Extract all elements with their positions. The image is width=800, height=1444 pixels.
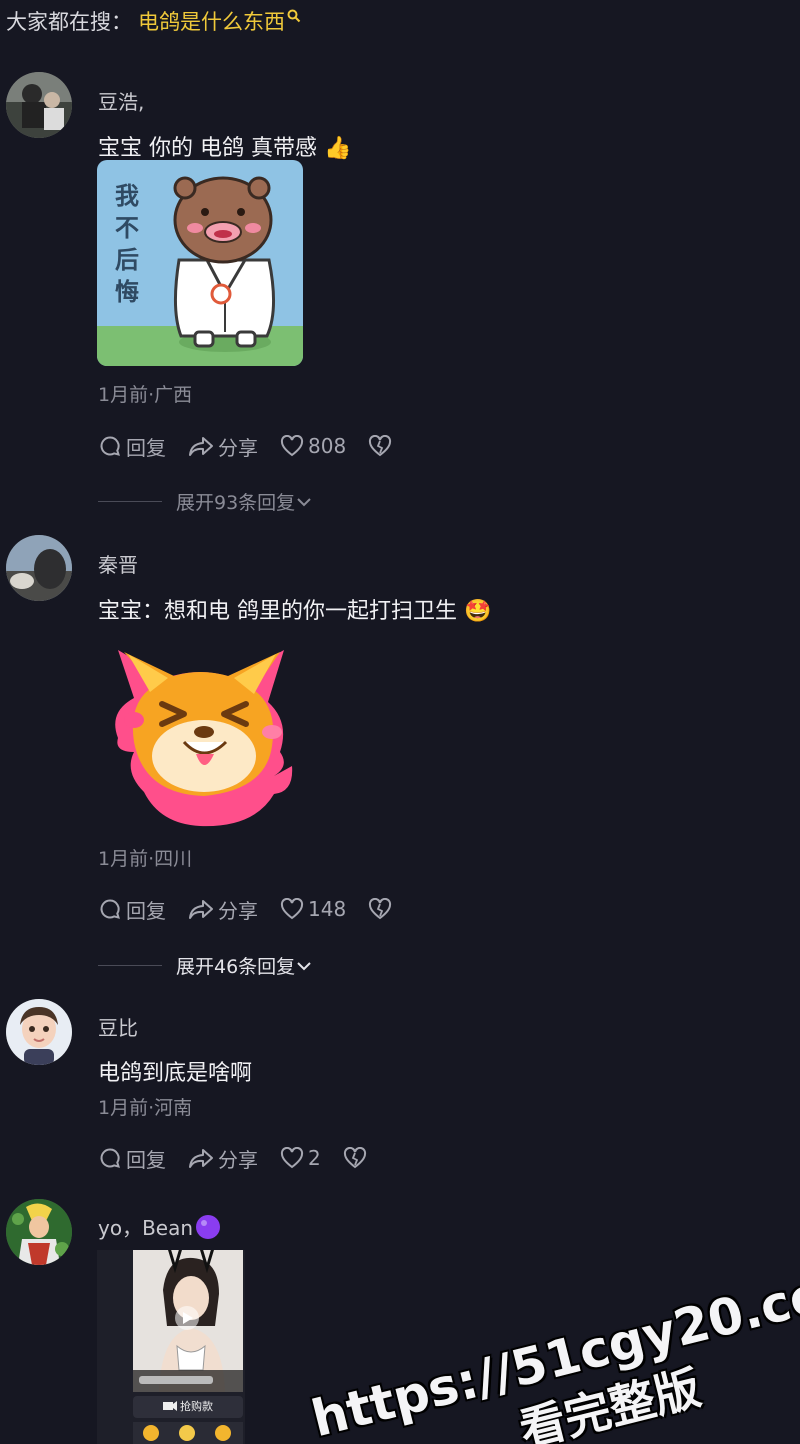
bear-sticker-image[interactable]: 我 不 后 悔 xyxy=(97,160,303,366)
svg-text:不: 不 xyxy=(115,214,139,242)
heart-icon xyxy=(280,435,304,457)
broken-heart-icon xyxy=(343,1147,366,1169)
svg-text:悔: 悔 xyxy=(115,278,139,306)
like-count: 808 xyxy=(308,434,347,458)
comment-author[interactable]: 豆浩, xyxy=(98,86,144,115)
like-count: 148 xyxy=(308,897,347,921)
avatar[interactable] xyxy=(6,1199,72,1265)
share-button[interactable]: 分享 xyxy=(188,1144,258,1173)
svg-text:后: 后 xyxy=(115,246,139,274)
avatar[interactable] xyxy=(6,72,72,138)
search-suggestion-term[interactable]: 电鸽是什么东西 xyxy=(138,6,285,36)
divider-line xyxy=(98,965,162,966)
reply-icon xyxy=(100,1148,120,1168)
search-icon xyxy=(287,9,301,23)
comment-actions: 回复 分享 2 xyxy=(98,1143,393,1173)
like-button[interactable]: 148 xyxy=(280,897,346,921)
comment-author[interactable]: 秦晋 xyxy=(98,549,138,578)
reply-icon xyxy=(100,436,120,456)
comment-author[interactable]: 豆比 xyxy=(98,1012,138,1041)
star-eyes-emoji: 🤩 xyxy=(464,599,492,624)
comment-author[interactable]: yo，Bean xyxy=(98,1212,221,1241)
heart-icon xyxy=(280,1147,304,1169)
divider-line xyxy=(98,501,162,502)
reply-button[interactable]: 回复 xyxy=(98,432,166,461)
share-icon xyxy=(189,900,213,919)
comment-feed: 大家都在搜： 电鸽是什么东西 豆浩, 宝宝 你的 电鸽 真带感 👍 我 不 后 … xyxy=(0,0,800,1444)
like-button[interactable]: 2 xyxy=(280,1146,321,1170)
reply-button[interactable]: 回复 xyxy=(98,895,166,924)
comment-meta: 1月前·河南 xyxy=(98,1097,193,1119)
share-icon xyxy=(189,437,213,456)
dislike-button[interactable] xyxy=(343,1147,371,1169)
comment-text: 宝宝：想和电 鸽里的你一起打扫卫生 🤩 xyxy=(98,599,492,624)
comment-actions: 回复 分享 808 xyxy=(98,431,418,461)
reply-button[interactable]: 回复 xyxy=(98,1144,166,1173)
chevron-down-icon xyxy=(297,961,311,970)
heart-icon xyxy=(280,898,304,920)
avatar[interactable] xyxy=(6,999,72,1065)
chevron-down-icon xyxy=(297,497,311,506)
share-button[interactable]: 分享 xyxy=(188,895,258,924)
comment-meta: 1月前·四川 xyxy=(98,848,193,870)
expand-replies-button[interactable]: 展开46条回复 xyxy=(98,952,313,979)
purple-circle-icon xyxy=(196,1214,221,1239)
thumbs-up-emoji: 👍 xyxy=(323,136,352,161)
dislike-button[interactable] xyxy=(368,435,396,457)
reply-icon xyxy=(100,899,120,919)
dislike-button[interactable] xyxy=(368,898,396,920)
search-suggestion: 大家都在搜： 电鸽是什么东西 xyxy=(6,4,301,38)
share-button[interactable]: 分享 xyxy=(188,432,258,461)
comment-actions: 回复 分享 148 xyxy=(98,894,418,924)
comment-text: 宝宝 你的 电鸽 真带感 👍 xyxy=(98,136,352,161)
avatar[interactable] xyxy=(6,535,72,601)
video-thumbnail[interactable]: 抢购款 xyxy=(97,1250,245,1444)
search-suggestion-link[interactable]: 电鸽是什么东西 xyxy=(138,6,301,36)
broken-heart-icon xyxy=(369,898,392,920)
like-count: 2 xyxy=(308,1146,321,1170)
share-icon xyxy=(189,1149,213,1168)
comment-text: 电鸽到底是啥啊 xyxy=(98,1061,253,1086)
fox-sticker-image[interactable] xyxy=(104,642,296,830)
search-suggestion-prefix: 大家都在搜： xyxy=(6,10,132,34)
like-button[interactable]: 808 xyxy=(280,434,346,458)
svg-text:我: 我 xyxy=(115,182,139,210)
broken-heart-icon xyxy=(369,435,392,457)
comment-meta: 1月前·广西 xyxy=(98,384,193,406)
expand-replies-button[interactable]: 展开93条回复 xyxy=(98,488,313,515)
video-overlay-label: 抢购款 xyxy=(180,1400,213,1413)
